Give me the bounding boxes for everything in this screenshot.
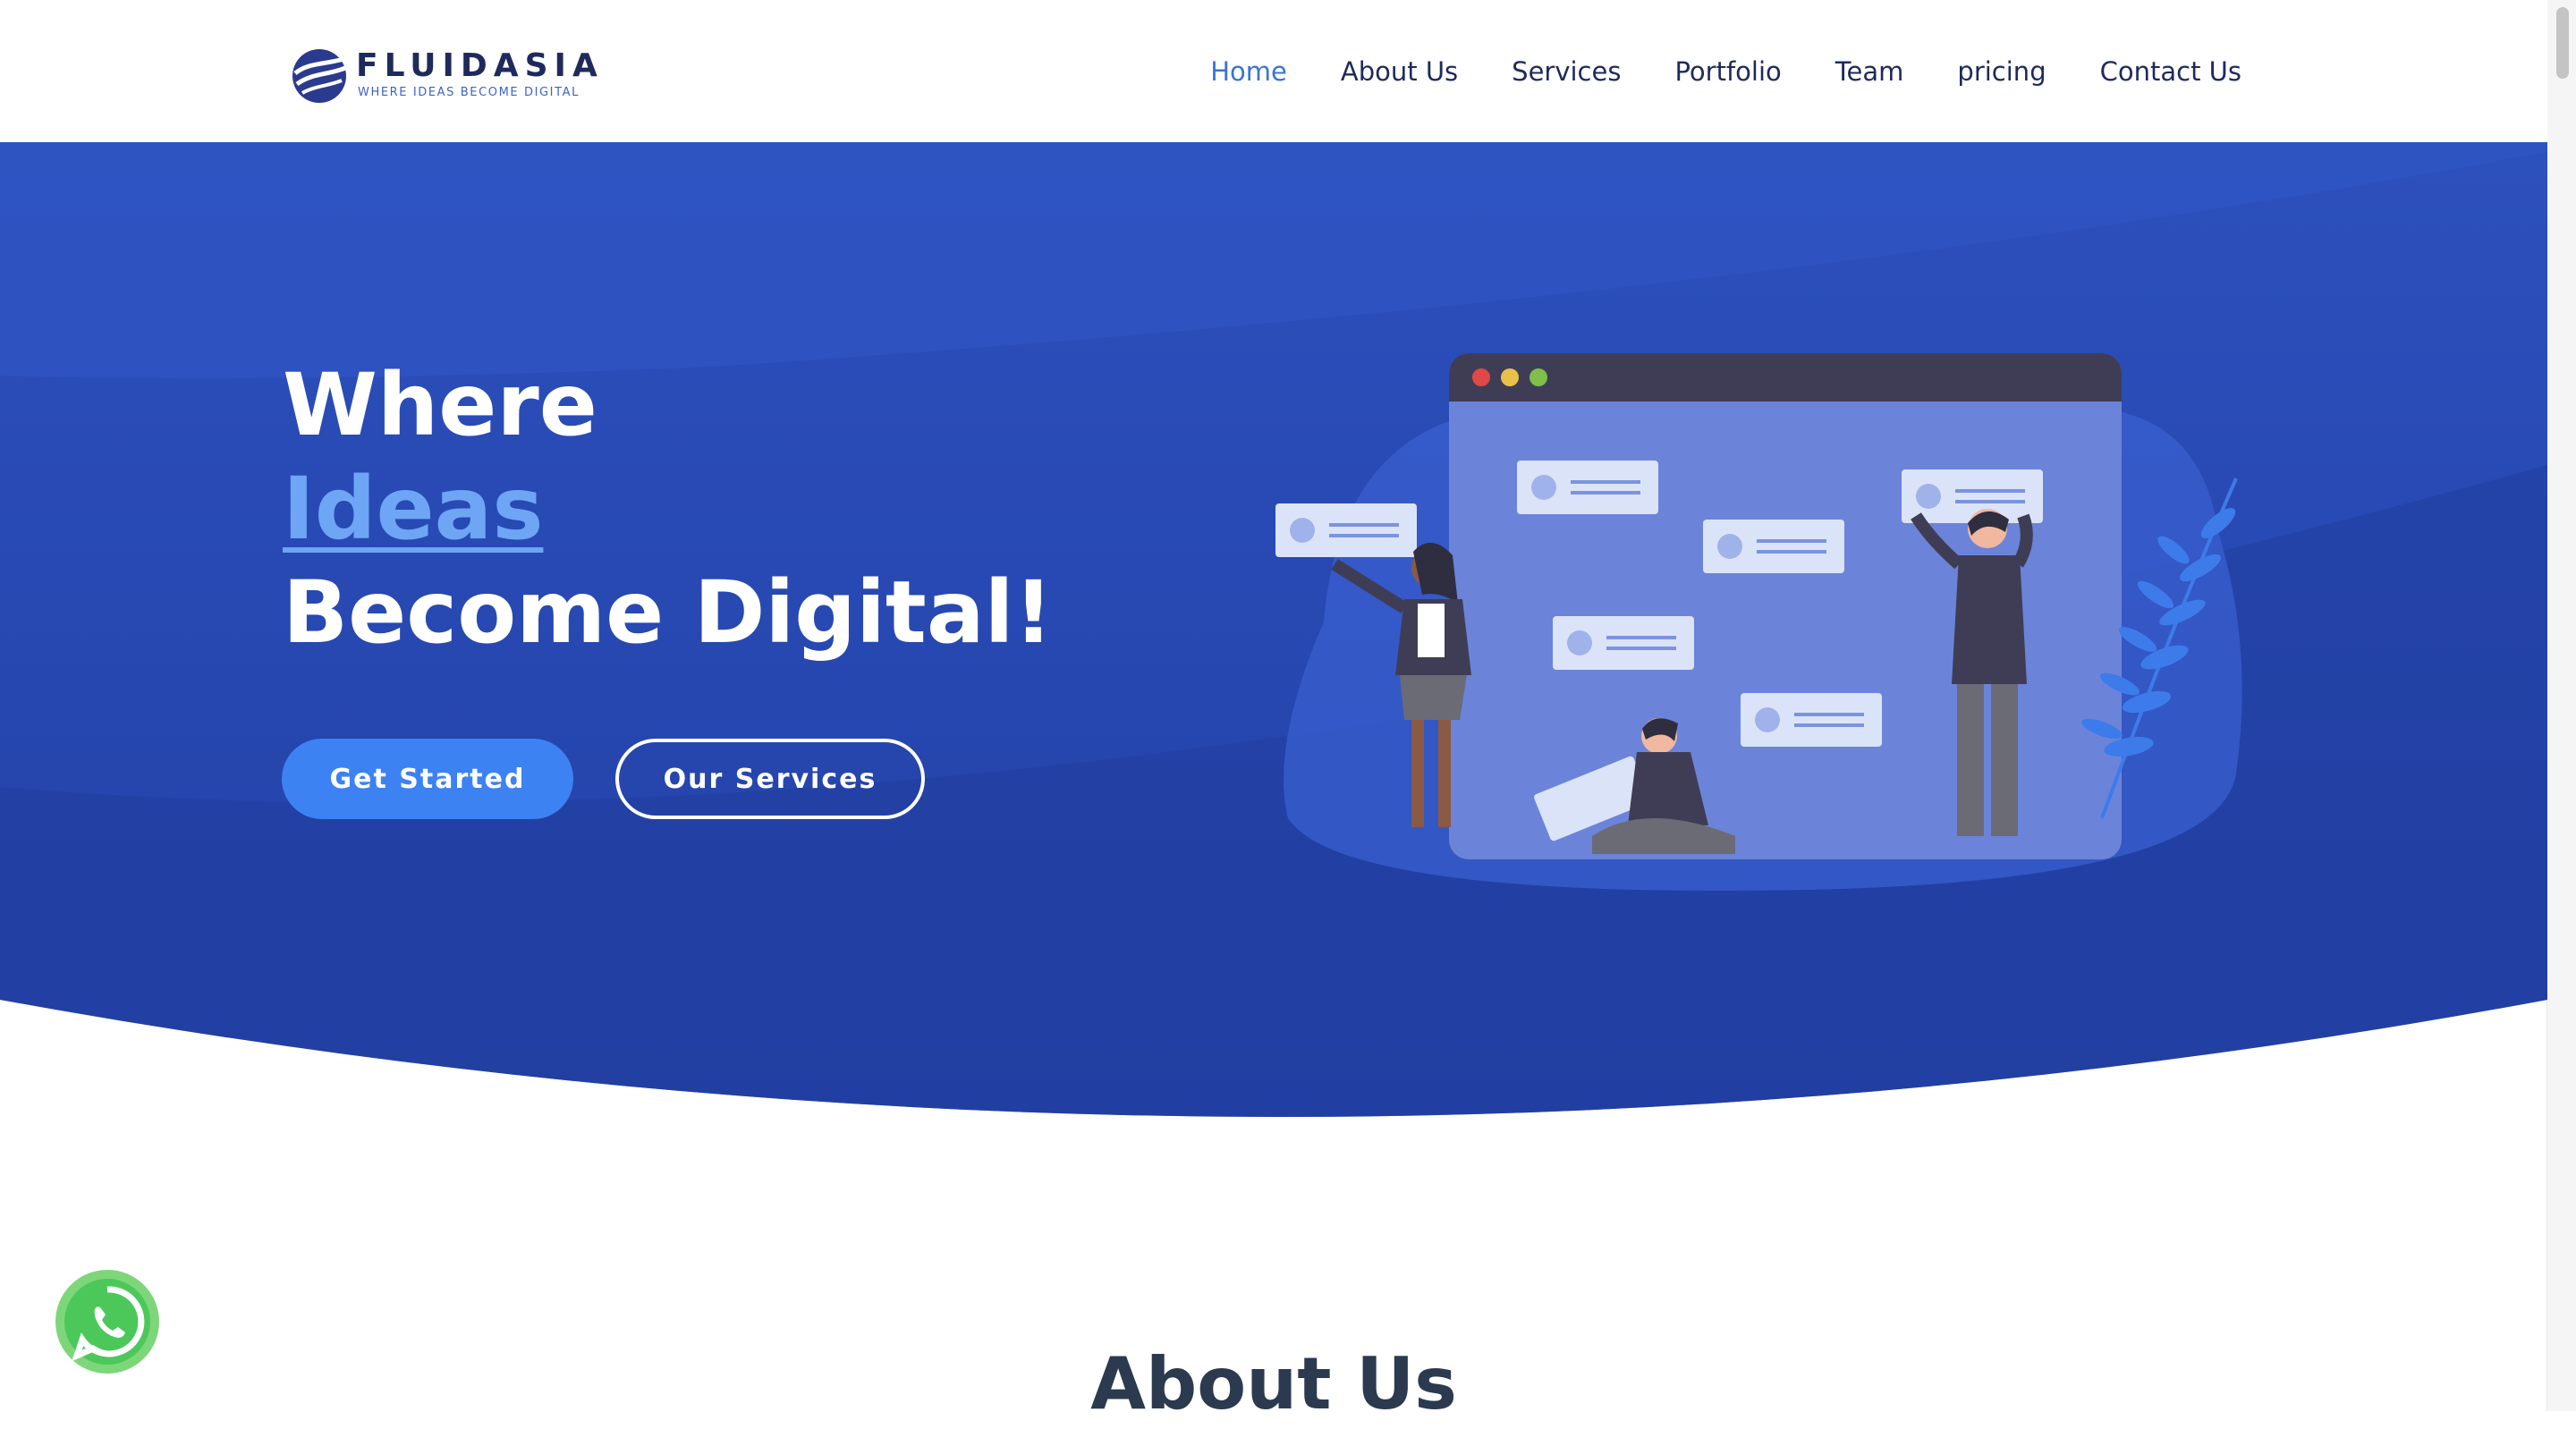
team-collaboration-illustration xyxy=(1275,353,2242,891)
about-us-heading: About Us xyxy=(1090,1342,1457,1425)
nav-contact-us[interactable]: Contact Us xyxy=(2100,52,2241,91)
hero-section: Where Ideas Become Digital! Get Started … xyxy=(0,0,2547,1411)
nav-services[interactable]: Services xyxy=(1512,52,1621,91)
logo-tagline: WHERE IDEAS BECOME DIGITAL xyxy=(358,86,580,99)
hero-headline: Where Ideas Become Digital! xyxy=(283,353,1053,664)
nav-team[interactable]: Team xyxy=(1835,52,1904,91)
nav-about-us[interactable]: About Us xyxy=(1341,52,1458,91)
scrollbar-thumb[interactable] xyxy=(2556,7,2569,79)
logo-name: FLUIDASIA xyxy=(356,47,604,84)
nav-home[interactable]: Home xyxy=(1210,52,1287,91)
hero-line-2-highlight: Ideas xyxy=(283,459,544,559)
hero-line-1: Where xyxy=(283,355,597,455)
our-services-button[interactable]: Our Services xyxy=(615,739,925,819)
main-nav: Home About Us Services Portfolio Team pr… xyxy=(1210,52,2241,91)
whatsapp-icon[interactable] xyxy=(54,1268,161,1375)
get-started-button[interactable]: Get Started xyxy=(282,739,573,819)
hero-line-3: Become Digital! xyxy=(283,562,1054,663)
logo[interactable]: FLUIDASIA WHERE IDEAS BECOME DIGITAL xyxy=(290,45,597,107)
nav-pricing[interactable]: pricing xyxy=(1957,52,2046,91)
site-header: FLUIDASIA WHERE IDEAS BECOME DIGITAL Hom… xyxy=(0,0,2547,142)
nav-portfolio[interactable]: Portfolio xyxy=(1674,52,1781,91)
logo-mark-icon xyxy=(292,49,346,103)
scrollbar[interactable] xyxy=(2546,0,2576,1411)
